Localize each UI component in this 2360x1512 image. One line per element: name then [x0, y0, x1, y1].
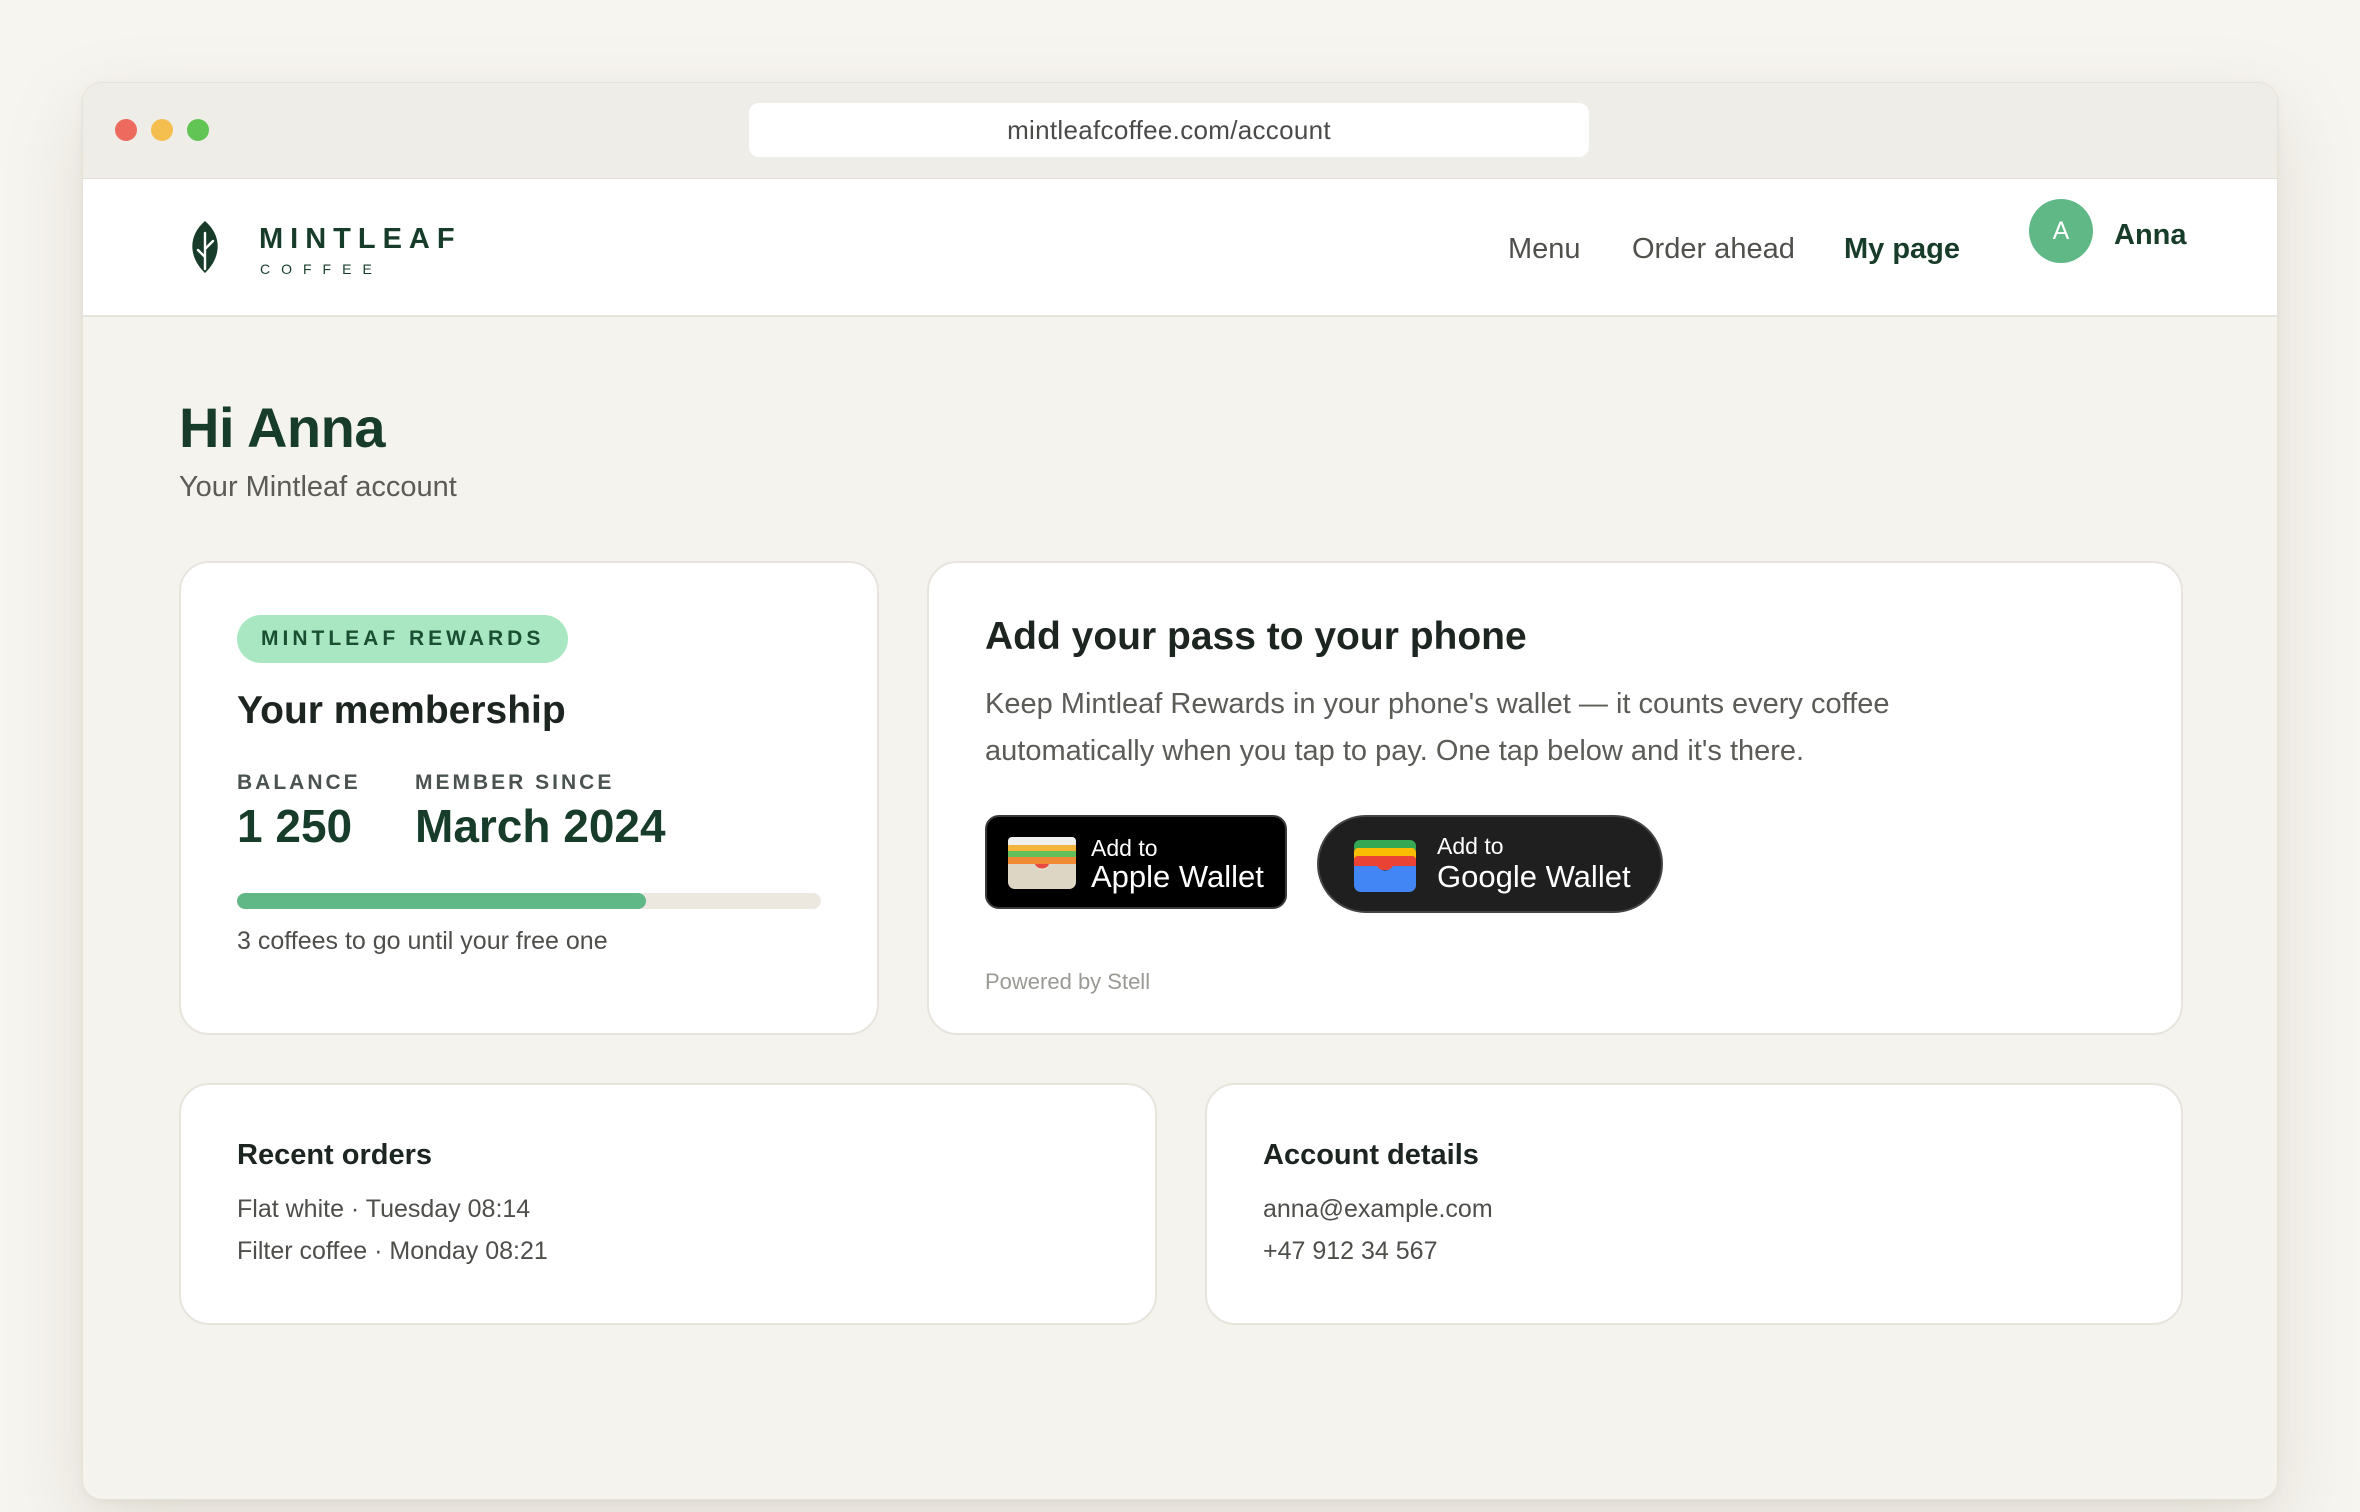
recent-orders-card: Recent orders Flat white · Tuesday 08:14…: [179, 1083, 1157, 1325]
page-title: Hi Anna: [179, 396, 385, 459]
brand-name[interactable]: MINTLEAF: [259, 223, 462, 256]
powered-by-text: Powered by Stell: [985, 969, 1151, 994]
apple-wallet-small-label: Add to: [1091, 835, 1158, 861]
page-subtitle: Your Mintleaf account: [179, 471, 457, 503]
google-wallet-label: Google Wallet: [1437, 859, 1631, 894]
member-since-label: MEMBER SINCE: [415, 771, 615, 794]
leaf-logo-icon: [192, 221, 218, 273]
rewards-badge: MINTLEAF REWARDS: [237, 615, 569, 663]
nav-order-ahead-link[interactable]: Order ahead: [1632, 233, 1795, 266]
membership-card: MINTLEAF REWARDS Your membership BALANCE…: [179, 561, 879, 1035]
google-wallet-icon: [1354, 840, 1416, 892]
wallet-card: Add your pass to your phone Keep Mintlea…: [927, 561, 2183, 1035]
browser-titlebar: mintleafcoffee.com/account: [83, 83, 2277, 179]
balance-label: BALANCE: [237, 771, 361, 794]
list-item: Flat white · Tuesday 08:14: [237, 1195, 531, 1223]
maximize-window-button[interactable]: [187, 119, 209, 141]
account-phone: +47 912 34 567: [1263, 1237, 1438, 1265]
avatar[interactable]: A: [2029, 199, 2093, 263]
apple-wallet-icon: [1008, 837, 1076, 889]
account-details-card: Account details anna@example.com +47 912…: [1205, 1083, 2183, 1325]
account-details-title: Account details: [1263, 1139, 1479, 1171]
nav-menu-link[interactable]: Menu: [1508, 233, 1581, 266]
nav-my-page-link[interactable]: My page: [1844, 233, 1960, 266]
site-header: MINTLEAF COFFEE Menu Order ahead My page: [83, 179, 2277, 317]
apple-wallet-label: Apple Wallet: [1091, 859, 1264, 894]
minimize-window-button[interactable]: [151, 119, 173, 141]
membership-title: Your membership: [237, 689, 566, 732]
wallet-title: Add your pass to your phone: [985, 615, 1527, 658]
rewards-progress-fill: [237, 893, 646, 909]
balance-value: 1 250: [237, 800, 353, 852]
account-email: anna@example.com: [1263, 1195, 1493, 1223]
progress-text: 3 coffees to go until your free one: [237, 927, 608, 955]
add-to-apple-wallet-button[interactable]: Add to Apple Wallet: [985, 815, 1287, 909]
browser-window: mintleafcoffee.com/account MINTLEAF COFF…: [82, 82, 2278, 1500]
close-window-button[interactable]: [115, 119, 137, 141]
recent-orders-title: Recent orders: [237, 1139, 433, 1171]
user-name[interactable]: Anna: [2114, 219, 2187, 252]
list-item: Filter coffee · Monday 08:21: [237, 1237, 548, 1265]
member-since-value: March 2024: [415, 800, 666, 852]
add-to-google-wallet-button[interactable]: Add to Google Wallet: [1317, 815, 1663, 913]
rewards-progress-bar: [237, 893, 821, 909]
wallet-description: Keep Mintleaf Rewards in your phone's wa…: [985, 688, 1890, 767]
google-wallet-small-label: Add to: [1437, 833, 1504, 859]
address-bar[interactable]: mintleafcoffee.com/account: [749, 103, 1589, 157]
brand-subtitle: COFFEE: [260, 261, 383, 277]
